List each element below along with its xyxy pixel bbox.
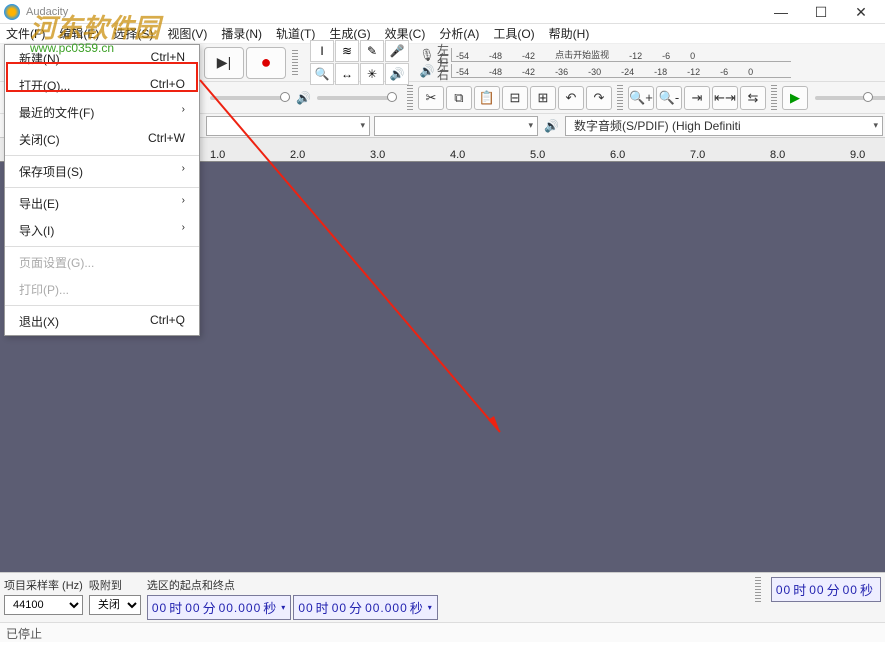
chevron-down-icon[interactable]: ▾	[428, 603, 433, 612]
grip-handle[interactable]	[407, 85, 413, 111]
menu-separator	[5, 305, 199, 306]
status-bar: 已停止	[0, 622, 885, 642]
grip-handle[interactable]	[617, 85, 623, 111]
rec-meter-icon: 🎙	[419, 48, 435, 62]
ruler-tick: 5.0	[530, 149, 545, 161]
zoom-tool[interactable]: 🔍	[310, 63, 334, 85]
play-volume-slider[interactable]	[317, 96, 397, 100]
speaker-icon[interactable]: 🔊	[385, 63, 409, 85]
menu-new[interactable]: 新建(N)Ctrl+N	[5, 45, 199, 72]
copy-button[interactable]: ⧉	[446, 86, 472, 110]
zoom-out-button[interactable]: 🔍-	[656, 86, 682, 110]
chevron-down-icon[interactable]: ▾	[281, 603, 286, 612]
menu-import[interactable]: 导入(I)›	[5, 217, 199, 244]
chevron-right-icon: ›	[182, 163, 185, 180]
play-meter-icon: 🔊	[419, 64, 435, 78]
paste-button[interactable]: 📋	[474, 86, 500, 110]
envelope-tool[interactable]: ≋	[335, 40, 359, 62]
ruler-tick: 2.0	[290, 149, 305, 161]
chevron-right-icon: ›	[182, 104, 185, 121]
ruler-tick: 1.0	[210, 149, 225, 161]
chevron-right-icon: ›	[182, 195, 185, 212]
menu-print: 打印(P)...	[5, 276, 199, 303]
skip-end-button[interactable]: ▶|	[204, 47, 244, 79]
sample-rate-select[interactable]: 44100	[4, 595, 83, 615]
zoom-toggle-button[interactable]: ⇆	[740, 86, 766, 110]
output-icon: 🔊	[544, 119, 559, 133]
skip-end-icon: ▶|	[217, 54, 231, 71]
fit-project-button[interactable]: ⇤⇥	[712, 86, 738, 110]
minimize-button[interactable]: —	[761, 0, 801, 24]
cut-button[interactable]: ✂	[418, 86, 444, 110]
timeshift-tool[interactable]: ↔	[335, 63, 359, 85]
ruler-tick: 6.0	[610, 149, 625, 161]
play-at-speed-button[interactable]: ▶	[782, 86, 808, 110]
menu-open[interactable]: 打开(O)...Ctrl+O	[5, 72, 199, 99]
chevron-down-icon: ▾	[529, 120, 534, 131]
playback-meter[interactable]: -54 -48 -42 -36 -30 -24 -18 -12 -6 0	[451, 64, 791, 78]
ruler-tick: 9.0	[850, 149, 865, 161]
chevron-down-icon: ▾	[360, 120, 365, 131]
titlebar: Audacity — ☐ ✕	[0, 0, 885, 24]
snap-label: 吸附到	[89, 577, 141, 593]
sample-rate-label: 项目采样率 (Hz)	[4, 577, 83, 593]
tool-grid: I ≋ ✎ 🎤 🔍 ↔ ✳ 🔊	[310, 40, 409, 85]
play-device-label: 数字音频(S/PDIF) (High Definiti	[570, 117, 745, 134]
selection-toolbar: 项目采样率 (Hz) 44100 吸附到 关闭 选区的起点和终点 00时 00分…	[0, 572, 885, 622]
record-button[interactable]: ●	[246, 47, 286, 79]
close-button[interactable]: ✕	[841, 0, 881, 24]
menu-save-project[interactable]: 保存项目(S)›	[5, 158, 199, 185]
record-icon: ●	[261, 52, 272, 73]
snap-select[interactable]: 关闭	[89, 595, 141, 615]
draw-tool[interactable]: ✎	[360, 40, 384, 62]
menu-exit[interactable]: 退出(X)Ctrl+Q	[5, 308, 199, 335]
zoom-in-button[interactable]: 🔍+	[628, 86, 654, 110]
menu-close[interactable]: 关闭(C)Ctrl+W	[5, 126, 199, 153]
menu-export[interactable]: 导出(E)›	[5, 190, 199, 217]
meter-hint: 点击开始监视	[555, 48, 609, 61]
file-menu-dropdown: 新建(N)Ctrl+N 打开(O)...Ctrl+O 最近的文件(F)› 关闭(…	[4, 44, 200, 336]
mic-icon[interactable]: 🎤	[385, 40, 409, 62]
menu-separator	[5, 246, 199, 247]
ruler-tick: 4.0	[450, 149, 465, 161]
ruler-tick: 7.0	[690, 149, 705, 161]
menu-separator	[5, 187, 199, 188]
selection-label: 选区的起点和终点	[147, 577, 745, 593]
rec-volume-slider[interactable]	[210, 96, 290, 100]
multi-tool[interactable]: ✳	[360, 63, 384, 85]
record-meter[interactable]: -54 -48 -42 点击开始监视 -12 -6 0	[451, 48, 791, 62]
grip-handle[interactable]	[755, 577, 761, 603]
fit-selection-button[interactable]: ⇥	[684, 86, 710, 110]
grip-handle[interactable]	[292, 50, 298, 76]
window-title: Audacity	[26, 6, 761, 18]
selection-start-time[interactable]: 00时 00分 00.000秒 ▾	[147, 595, 291, 620]
play-device-select[interactable]: 数字音频(S/PDIF) (High Definiti ▾	[565, 116, 883, 136]
selection-tool[interactable]: I	[310, 40, 334, 62]
speaker-small-icon: 🔊	[296, 91, 311, 105]
redo-button[interactable]: ↷	[586, 86, 612, 110]
ruler-tick: 3.0	[370, 149, 385, 161]
menu-separator	[5, 155, 199, 156]
host-select[interactable]: ▾	[206, 116, 370, 136]
audio-position-time[interactable]: 00时 00分 00秒	[771, 577, 881, 602]
trim-button[interactable]: ⊟	[502, 86, 528, 110]
chevron-down-icon: ▾	[873, 120, 878, 131]
menu-recent[interactable]: 最近的文件(F)›	[5, 99, 199, 126]
silence-button[interactable]: ⊞	[530, 86, 556, 110]
selection-end-time[interactable]: 00时 00分 00.000秒 ▾	[293, 595, 437, 620]
ruler-tick: 8.0	[770, 149, 785, 161]
playback-speed-slider[interactable]	[815, 96, 885, 100]
rec-device-select[interactable]: ▾	[374, 116, 538, 136]
meters: 🎙 左右 -54 -48 -42 点击开始监视 -12 -6 0 🔊 左右 -5…	[419, 47, 791, 79]
undo-button[interactable]: ↶	[558, 86, 584, 110]
status-text: 已停止	[6, 627, 42, 641]
maximize-button[interactable]: ☐	[801, 0, 841, 24]
app-icon	[4, 4, 20, 20]
chevron-right-icon: ›	[182, 222, 185, 239]
grip-handle[interactable]	[771, 85, 777, 111]
menu-page-setup: 页面设置(G)...	[5, 249, 199, 276]
